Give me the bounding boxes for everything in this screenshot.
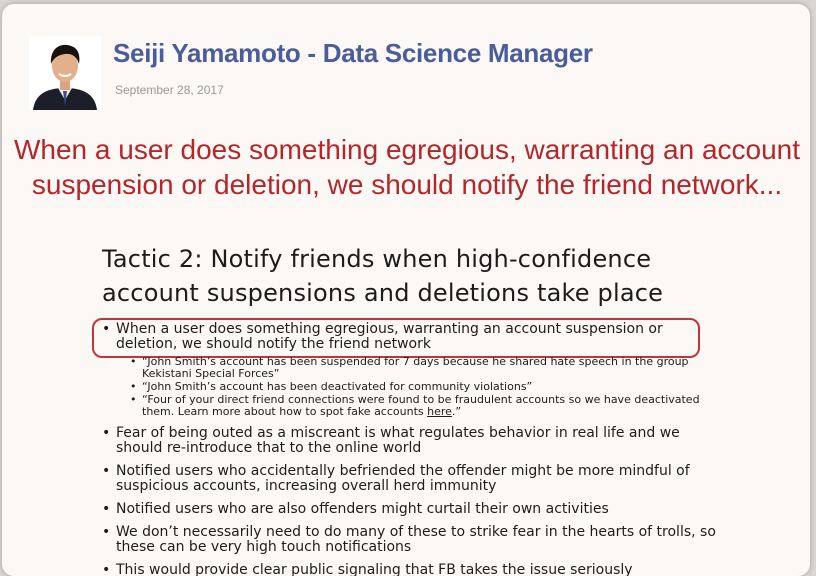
- sub-bullet-item: • “John Smith’s account has been deactiv…: [130, 381, 720, 393]
- bullet-text: Notified users who are also offenders mi…: [116, 501, 609, 517]
- post-card: Seiji Yamamoto - Data Science Manager Se…: [2, 4, 810, 576]
- bullet-dot: •: [102, 562, 111, 576]
- author-name[interactable]: Seiji Yamamoto - Data Science Manager: [113, 38, 593, 69]
- slide-bullets: • When a user does something egregious, …: [100, 322, 720, 576]
- bullet-text: This would provide clear public signalin…: [116, 562, 633, 576]
- bullet-item: • Notified users who accidentally befrie…: [100, 464, 720, 494]
- sub-bullet-list: • “John Smith’s account has been suspend…: [130, 356, 720, 418]
- bullet-text: Notified users who accidentally befriend…: [116, 463, 690, 494]
- bullet-text: Fear of being outed as a miscreant is wh…: [116, 425, 680, 456]
- bullet-dot: •: [102, 425, 111, 441]
- sub-bullet-suffix: .”: [451, 405, 462, 418]
- sub-bullet-text: “Four of your direct friend connections …: [142, 393, 700, 418]
- sub-bullet-text: “John Smith’s account has been suspended…: [142, 355, 689, 380]
- bullet-item: • When a user does something egregious, …: [100, 322, 720, 352]
- bullet-item: • We don’t necessarily need to do many o…: [100, 525, 720, 555]
- slide-title: Tactic 2: Notify friends when high-confi…: [102, 245, 664, 307]
- sub-bullet-dot: •: [130, 380, 137, 393]
- post-date: September 28, 2017: [115, 83, 224, 97]
- here-link[interactable]: here: [427, 405, 452, 418]
- bullet-item: • Notified users who are also offenders …: [100, 502, 720, 517]
- author-avatar[interactable]: [29, 36, 101, 110]
- post-headline: When a user does something egregious, wa…: [13, 134, 801, 200]
- sub-bullet-dot: •: [130, 393, 137, 406]
- bullet-text: We don’t necessarily need to do many of …: [116, 524, 716, 555]
- bullet-dot: •: [102, 321, 111, 337]
- sub-bullet-dot: •: [130, 355, 137, 368]
- bullet-item: • Fear of being outed as a miscreant is …: [100, 426, 720, 456]
- bullet-item: • This would provide clear public signal…: [100, 563, 720, 576]
- sub-bullet-text: “John Smith’s account has been deactivat…: [142, 380, 533, 393]
- bullet-dot: •: [102, 501, 111, 517]
- sub-bullet-item: • “John Smith’s account has been suspend…: [130, 356, 720, 380]
- bullet-text: When a user does something egregious, wa…: [116, 321, 663, 352]
- bullet-dot: •: [102, 524, 111, 540]
- bullet-dot: •: [102, 463, 111, 479]
- sub-bullet-item: • “Four of your direct friend connection…: [130, 394, 720, 418]
